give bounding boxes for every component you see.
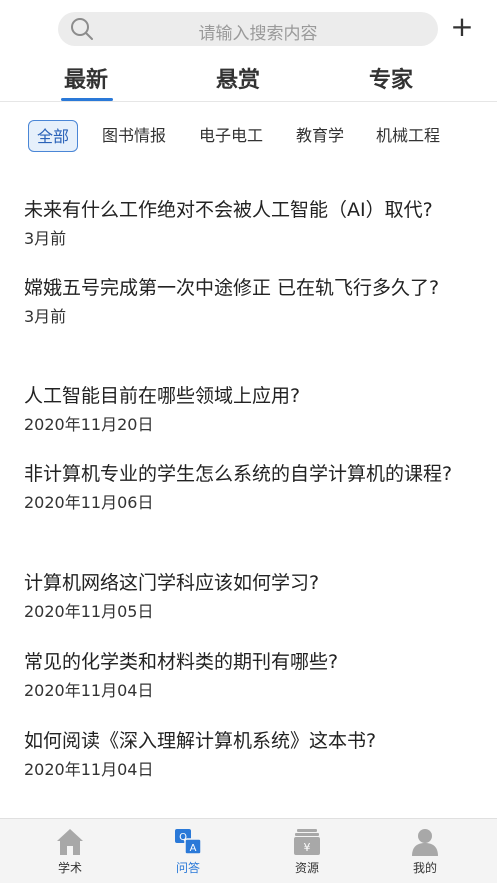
- category-mechanical[interactable]: 机械工程: [376, 120, 440, 152]
- category-electrical[interactable]: 电子电工: [199, 120, 263, 152]
- nav-profile[interactable]: 我的: [363, 819, 487, 883]
- question-date: 3月前: [24, 307, 67, 326]
- question-date: 2020年11月04日: [24, 760, 154, 779]
- list-item[interactable]: 非计算机专业的学生怎么系统的自学计算机的课程? 2020年11月06日: [24, 458, 474, 514]
- user-icon: [412, 829, 438, 856]
- svg-text:¥: ¥: [304, 841, 311, 854]
- question-title: 常见的化学类和材料类的期刊有哪些?: [24, 651, 339, 673]
- list-item[interactable]: 嫦娥五号完成第一次中途修正 已在轨飞行多久了? 3月前: [24, 272, 474, 328]
- nav-resources[interactable]: ¥ 资源: [245, 819, 369, 883]
- nav-resources-label: 资源: [294, 861, 319, 875]
- category-all[interactable]: 全部: [28, 120, 79, 152]
- nav-qa[interactable]: Q A 问答: [126, 819, 250, 883]
- list-item[interactable]: 如何阅读《深入理解计算机系统》这本书? 2020年11月04日: [24, 725, 474, 781]
- nav-academic[interactable]: 学术: [8, 819, 132, 883]
- bottom-nav: 学术 Q A 问答 ¥ 资源 我的: [0, 818, 497, 883]
- question-date: 2020年11月06日: [24, 493, 154, 512]
- list-item[interactable]: 人工智能目前在哪些领域上应用? 2020年11月20日: [24, 380, 474, 436]
- search-bar[interactable]: 请输入搜索内容: [58, 12, 438, 46]
- qa-icon: Q A: [175, 829, 202, 855]
- main-tabs: 最新 悬赏 专家: [0, 56, 497, 102]
- nav-academic-label: 学术: [57, 861, 82, 875]
- question-title: 如何阅读《深入理解计算机系统》这本书?: [24, 730, 377, 752]
- search-placeholder: 请输入搜索内容: [198, 24, 318, 44]
- question-title: 计算机网络这门学科应该如何学习?: [24, 572, 320, 594]
- add-button[interactable]: +: [448, 10, 476, 44]
- question-date: 2020年11月20日: [24, 415, 154, 434]
- nav-qa-label: 问答: [175, 861, 200, 875]
- question-title: 未来有什么工作绝对不会被人工智能（AI）取代?: [24, 199, 433, 221]
- category-filter: 全部 图书情报 电子电工 教育学 机械工程: [0, 116, 497, 156]
- top-bar: 请输入搜索内容 +: [0, 0, 497, 52]
- category-education[interactable]: 教育学: [296, 120, 344, 152]
- list-item[interactable]: 未来有什么工作绝对不会被人工智能（AI）取代? 3月前: [24, 194, 474, 250]
- nav-profile-label: 我的: [412, 861, 437, 875]
- svg-text:A: A: [190, 843, 197, 854]
- question-title: 嫦娥五号完成第一次中途修正 已在轨飞行多久了?: [24, 277, 440, 299]
- tab-latest[interactable]: 最新: [64, 62, 108, 94]
- active-tab-indicator: [61, 98, 113, 101]
- list-item[interactable]: 计算机网络这门学科应该如何学习? 2020年11月05日: [24, 567, 474, 623]
- question-date: 2020年11月05日: [24, 602, 154, 621]
- resource-icon: ¥: [294, 829, 320, 855]
- question-date: 2020年11月04日: [24, 681, 154, 700]
- question-title: 非计算机专业的学生怎么系统的自学计算机的课程?: [24, 463, 453, 485]
- tab-bounty[interactable]: 悬赏: [216, 62, 260, 94]
- home-icon: [57, 829, 83, 855]
- list-item[interactable]: 常见的化学类和材料类的期刊有哪些? 2020年11月04日: [24, 646, 474, 702]
- category-library-info[interactable]: 图书情报: [102, 120, 166, 152]
- tab-experts[interactable]: 专家: [369, 62, 413, 94]
- question-title: 人工智能目前在哪些领域上应用?: [24, 385, 301, 407]
- question-date: 3月前: [24, 229, 67, 248]
